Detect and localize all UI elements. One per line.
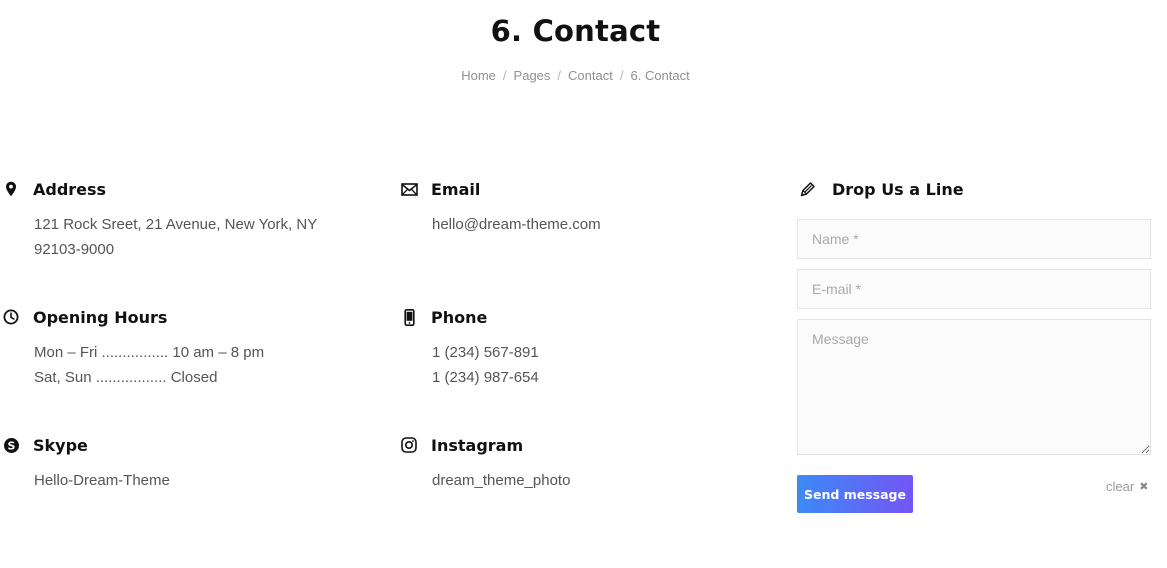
contact-form-header: Drop Us a Line xyxy=(798,178,964,200)
skype-icon: S xyxy=(2,436,20,454)
address-line: 92103-9000 xyxy=(34,241,115,258)
opening-hours-block: Opening Hours Mon – Fri ................… xyxy=(2,306,362,390)
envelope-icon xyxy=(400,180,418,198)
skype-handle[interactable]: Hello-Dream-Theme xyxy=(34,468,362,493)
email-title: Email xyxy=(431,179,481,199)
address-block: Address 121 Rock Sreet, 21 Avenue, New Y… xyxy=(2,178,362,262)
instagram-icon xyxy=(400,436,418,454)
instagram-block: Instagram dream_theme_photo xyxy=(400,434,760,493)
skype-title: Skype xyxy=(33,435,88,455)
breadcrumb-current: 6. Contact xyxy=(630,68,690,83)
svg-text:S: S xyxy=(7,439,15,452)
name-field[interactable] xyxy=(797,219,1151,259)
hours-line: Sat, Sun ................. Closed xyxy=(34,369,218,386)
phone-block: Phone 1 (234) 567-891 1 (234) 987-654 xyxy=(400,306,760,390)
address-line: 121 Rock Sreet, 21 Avenue, New York, NY xyxy=(34,216,318,233)
phone-number[interactable]: 1 (234) 987-654 xyxy=(432,365,760,390)
message-field[interactable] xyxy=(797,319,1151,455)
breadcrumb: Home / Pages / Contact / 6. Contact xyxy=(0,68,1151,83)
phone-title: Phone xyxy=(431,307,488,327)
hours-line: Mon – Fri ................ 10 am – 8 pm xyxy=(34,344,265,361)
breadcrumb-separator: / xyxy=(619,68,624,83)
contact-form-title: Drop Us a Line xyxy=(832,179,964,199)
send-message-button[interactable]: Send message xyxy=(797,475,913,513)
clock-icon xyxy=(2,308,20,326)
clear-label: clear xyxy=(1106,479,1135,494)
clear-form-link[interactable]: clear ✖ xyxy=(1106,479,1148,494)
close-icon: ✖ xyxy=(1139,481,1149,493)
instagram-handle[interactable]: dream_theme_photo xyxy=(432,468,760,493)
breadcrumb-separator: / xyxy=(502,68,507,83)
email-address[interactable]: hello@dream-theme.com xyxy=(432,212,760,237)
email-block: Email hello@dream-theme.com xyxy=(400,178,760,237)
phone-number[interactable]: 1 (234) 567-891 xyxy=(432,340,760,365)
breadcrumb-contact[interactable]: Contact xyxy=(568,68,613,83)
pen-icon xyxy=(798,180,816,198)
skype-block: S Skype Hello-Dream-Theme xyxy=(2,434,362,493)
opening-hours-title: Opening Hours xyxy=(33,307,168,327)
address-title: Address xyxy=(33,179,107,199)
map-pin-icon xyxy=(2,180,20,198)
breadcrumb-home[interactable]: Home xyxy=(461,68,496,83)
instagram-title: Instagram xyxy=(431,435,524,455)
breadcrumb-separator: / xyxy=(557,68,562,83)
breadcrumb-pages[interactable]: Pages xyxy=(514,68,551,83)
page-title: 6. Contact xyxy=(490,14,661,48)
email-field[interactable] xyxy=(797,269,1151,309)
mobile-phone-icon xyxy=(400,308,418,326)
